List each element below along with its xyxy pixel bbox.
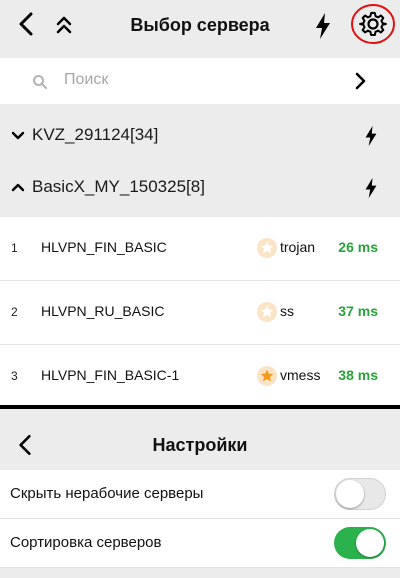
server-row[interactable]: 3 HLVPN_FIN_BASIC-1 vmess 38 ms [0,345,400,405]
toggle-knob [356,529,384,557]
top-bar: Выбор сервера [0,0,400,50]
settings-title: Настройки [152,435,248,455]
chevron-up-icon [11,183,25,192]
star-icon[interactable] [257,302,277,322]
group-label: KVZ_291124[34] [32,125,159,144]
server-name: HLVPN_FIN_BASIC [41,239,167,255]
ping-all-button[interactable] [309,10,337,42]
server-name: HLVPN_RU_BASIC [41,303,165,319]
server-index: 1 [11,241,18,255]
setting-label: Скрыть нерабочие серверы [10,485,204,502]
lightning-icon [316,13,330,39]
group-row-kvz[interactable]: KVZ_291124[34] [0,108,400,164]
server-ping: 37 ms [338,303,378,319]
chevron-right-icon [355,72,366,90]
group-row-basicx[interactable]: BasicX_MY_150325[8] [0,160,400,216]
server-index: 3 [11,369,18,383]
lightning-icon [365,177,377,199]
group-label: BasicX_MY_150325[8] [32,177,205,196]
setting-label: Сортировка серверов [10,534,162,551]
page-title: Выбор сервера [130,15,270,35]
group-ping-button[interactable] [360,122,382,150]
chevron-down-icon [11,131,25,140]
star-icon[interactable] [257,366,277,386]
server-ping: 26 ms [338,239,378,255]
search-go-button[interactable] [350,70,372,92]
lightning-icon [365,125,377,147]
server-ping: 38 ms [338,367,378,383]
hide-dead-servers-toggle[interactable] [334,478,386,510]
group-ping-button[interactable] [360,174,382,202]
star-icon[interactable] [257,238,277,258]
toggle-knob [336,480,364,508]
setting-row-hide-dead: Скрыть нерабочие серверы [0,470,400,519]
server-index: 2 [11,305,18,319]
server-row[interactable]: 2 HLVPN_RU_BASIC ss 37 ms [0,281,400,345]
settings-panel: Настройки Скрыть нерабочие серверы Сорти… [0,409,400,578]
settings-button[interactable] [350,2,396,46]
server-name: HLVPN_FIN_BASIC-1 [41,367,180,383]
server-protocol: ss [280,303,294,319]
server-protocol: trojan [280,239,316,255]
server-row[interactable]: 1 HLVPN_FIN_BASIC trojan 26 ms [0,217,400,281]
search-icon [33,75,47,89]
server-protocol: vmess [280,367,321,383]
setting-row-sort: Сортировка серверов [0,519,400,568]
sort-servers-toggle[interactable] [334,527,386,559]
search-bar[interactable]: Поиск [0,58,400,104]
gear-icon [359,11,387,37]
search-input[interactable]: Поиск [64,71,108,89]
